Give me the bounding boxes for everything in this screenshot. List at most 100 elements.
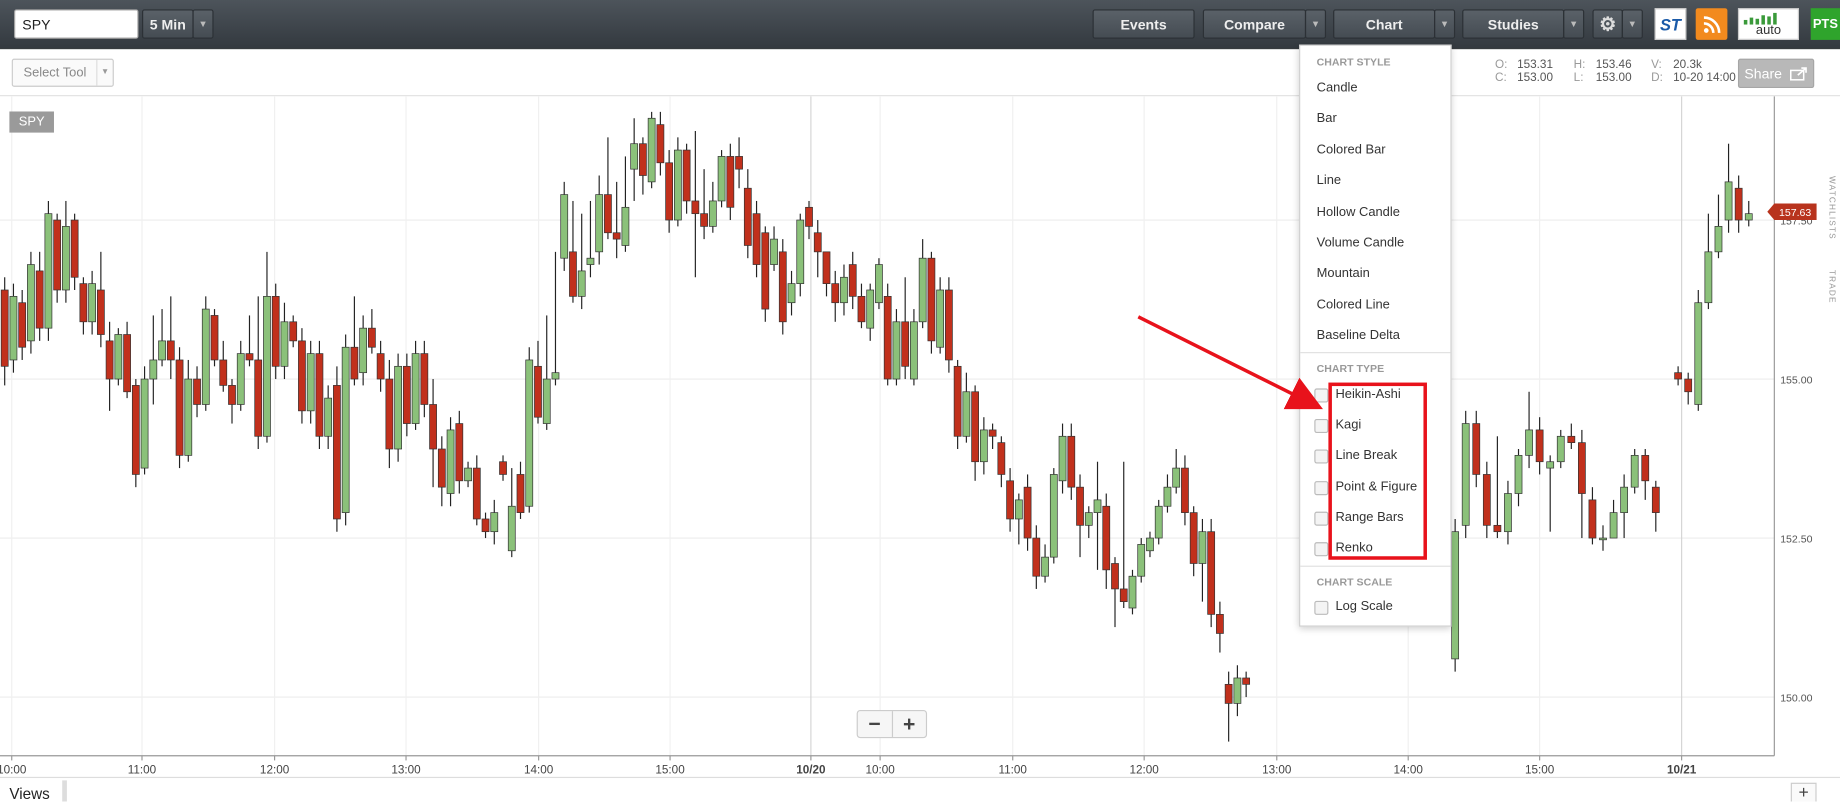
select-tool-label: Select Tool [23, 65, 87, 80]
chevron-down-icon: ▼ [96, 59, 112, 86]
range-bars-checkbox[interactable] [1314, 511, 1329, 526]
kagi-checkbox[interactable] [1314, 418, 1329, 434]
rss-icon[interactable] [1695, 8, 1728, 40]
candle-body [1599, 537, 1607, 541]
candle-body [918, 257, 927, 323]
views-label[interactable]: Views [9, 785, 49, 801]
y-tick-label: 150.00 [1780, 693, 1812, 705]
candle-body [1163, 486, 1172, 507]
renko-checkbox[interactable] [1314, 542, 1329, 557]
menu-item-colored-bar[interactable]: Colored Bar [1317, 143, 1386, 157]
select-tool-dropdown[interactable]: Select Tool ▼ [11, 58, 114, 87]
candle-body [525, 359, 534, 507]
candle-body [44, 213, 53, 329]
candle-body [228, 385, 236, 405]
candle-body [149, 359, 158, 380]
zoom-in-button[interactable]: + [891, 711, 926, 737]
candle-body [298, 340, 306, 412]
candle-body [901, 321, 910, 367]
candle-body [1514, 455, 1523, 494]
log-scale-checkbox[interactable] [1314, 600, 1329, 615]
candle-body [1198, 531, 1207, 564]
studies-button[interactable]: Studies [1462, 9, 1565, 39]
compare-dropdown-caret[interactable]: ▼ [1304, 9, 1327, 39]
candle-body [1049, 474, 1058, 558]
candle-body [717, 156, 726, 202]
candle-body [1546, 461, 1555, 469]
candle-body [673, 149, 682, 221]
menu-item-candle[interactable]: Candle [1317, 81, 1358, 95]
ohlc-readout-vd: V: 20.3k D: 10-20 14:00 [1651, 58, 1736, 85]
chart-type-header: CHART TYPE [1316, 362, 1385, 375]
interval-dropdown-caret[interactable]: ▼ [192, 9, 214, 39]
candle-body [1111, 563, 1119, 590]
candle-body [263, 296, 271, 437]
watchlists-tab[interactable]: WATCHLISTS [1827, 176, 1835, 240]
candle-body [402, 365, 411, 424]
share-label: Share [1744, 65, 1782, 82]
candle-body [979, 429, 988, 463]
menu-item-volume-candle[interactable]: Volume Candle [1317, 236, 1405, 250]
studies-dropdown-caret[interactable]: ▼ [1563, 9, 1585, 39]
candle-body [1154, 505, 1163, 539]
menu-item-log-scale[interactable]: Log Scale [1335, 600, 1392, 614]
line-break-checkbox[interactable] [1314, 449, 1329, 464]
zoom-out-button[interactable]: − [858, 711, 891, 737]
x-tick-label: 15:00 [655, 763, 685, 776]
candle-body [1233, 677, 1242, 704]
menu-item-line[interactable]: Line [1317, 174, 1341, 188]
candle-body [1535, 429, 1544, 463]
candle-body [1684, 378, 1693, 393]
candle-body [1694, 302, 1703, 405]
symbol-input[interactable]: SPY [14, 9, 139, 39]
candle-body [1724, 181, 1733, 221]
candle-body [1651, 486, 1660, 513]
candle-body [88, 283, 96, 323]
candle-body [1620, 486, 1628, 513]
candle-body [1472, 423, 1481, 475]
trade-tab[interactable]: TRADE [1827, 270, 1835, 304]
candle-body [1137, 544, 1146, 577]
add-view-button[interactable]: + [1790, 782, 1817, 802]
share-button[interactable]: Share [1737, 58, 1815, 89]
x-tick-label: 15:00 [1525, 763, 1555, 776]
autochartist-logo[interactable]: auto [1737, 8, 1799, 40]
interval-button[interactable]: 5 Min [141, 9, 194, 39]
chart-button[interactable]: Chart [1333, 9, 1436, 39]
x-tick-label: 12:00 [1129, 763, 1159, 776]
menu-item-mountain[interactable]: Mountain [1317, 266, 1370, 280]
price-chart[interactable]: 150.00152.50155.00157.5010:00 11:00 12:00 1… [0, 96, 1840, 777]
candle-body [1216, 614, 1224, 634]
candle-body [166, 340, 175, 361]
heikin-ashi-checkbox[interactable] [1314, 388, 1329, 403]
candle-body [464, 467, 472, 482]
pts-logo[interactable]: PTS [1810, 8, 1840, 40]
candle-body [1102, 505, 1111, 571]
candle-body [359, 327, 368, 374]
chart-dropdown-caret[interactable]: ▼ [1434, 9, 1456, 39]
menu-item-hollow-candle[interactable]: Hollow Candle [1317, 205, 1400, 219]
events-button[interactable]: Events [1092, 9, 1195, 39]
candle-body [175, 359, 184, 456]
settings-dropdown-caret[interactable]: ▼ [1621, 9, 1643, 39]
candle-body [271, 296, 280, 367]
candle-body [1058, 435, 1067, 482]
menu-item-baseline-delta[interactable]: Baseline Delta [1317, 329, 1400, 343]
x-tick-label: 11:00 [128, 763, 157, 776]
candle-body [333, 385, 341, 520]
settings-button[interactable]: ⚙ [1592, 9, 1623, 39]
candle-body [1567, 435, 1576, 443]
candle-body [1014, 499, 1023, 520]
menu-item-bar[interactable]: Bar [1317, 111, 1337, 125]
candle-body [1189, 512, 1198, 564]
candle-body [1076, 486, 1084, 526]
candle-body [131, 385, 140, 475]
candle-body [376, 353, 385, 380]
y-tick-label: 152.50 [1780, 534, 1812, 546]
menu-item-colored-line[interactable]: Colored Line [1317, 298, 1390, 312]
x-tick-label: 10:00 [865, 763, 895, 776]
candle-body [507, 505, 516, 552]
stocktwits-logo[interactable]: ST [1654, 8, 1687, 40]
compare-button[interactable]: Compare [1202, 9, 1307, 39]
point-figure-checkbox[interactable] [1314, 481, 1329, 496]
